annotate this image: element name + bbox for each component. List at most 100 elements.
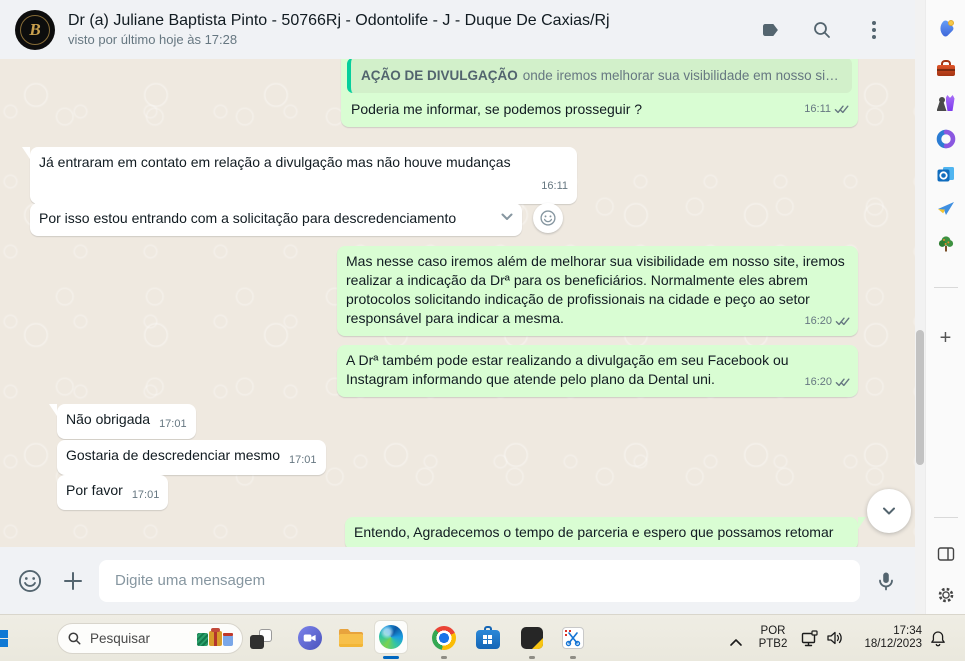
tray-date: 18/12/2023 bbox=[864, 638, 922, 650]
message-text: A Drª também pode estar realizando a div… bbox=[346, 352, 789, 387]
double-check-icon bbox=[834, 105, 849, 114]
snipping-tool-button[interactable] bbox=[562, 627, 584, 649]
message-meta: 16:11 bbox=[804, 100, 849, 119]
message-time: 17:01 bbox=[159, 418, 187, 430]
settings-gear-icon[interactable] bbox=[935, 584, 957, 606]
windows-taskbar: Pesquisar POR PTB2 17:34 18/12/2023 bbox=[0, 614, 965, 661]
sidebar-divider bbox=[933, 287, 958, 288]
tree-icon[interactable] bbox=[935, 233, 957, 255]
contact-info[interactable]: Dr (a) Juliane Baptista Pinto - 50766Rj … bbox=[68, 12, 610, 47]
header-actions bbox=[759, 19, 900, 41]
message-time: 16:11 bbox=[804, 103, 831, 115]
chat-area[interactable]: AÇÃO DE DIVULGAÇÃO onde iremos melhorar s… bbox=[0, 59, 915, 547]
chrome-running-indicator bbox=[441, 656, 447, 659]
snip-running-indicator bbox=[570, 656, 576, 659]
microsoft-365-icon[interactable] bbox=[935, 128, 957, 150]
tray-chevron-icon[interactable] bbox=[729, 634, 743, 652]
double-check-icon bbox=[835, 378, 850, 387]
message-text: Não obrigada bbox=[66, 411, 151, 427]
message-time: 17:01 bbox=[131, 489, 160, 501]
last-seen-status: visto por último hoje às 17:28 bbox=[68, 32, 238, 47]
dark-app-button[interactable] bbox=[521, 627, 543, 649]
language-indicator[interactable]: POR PTB2 bbox=[754, 625, 792, 651]
desktop-screen: B Dr (a) Juliane Baptista Pinto - 50766R… bbox=[0, 0, 965, 661]
sidebar-panel-icon[interactable] bbox=[935, 543, 957, 565]
chat-header[interactable]: B Dr (a) Juliane Baptista Pinto - 50766R… bbox=[0, 0, 915, 59]
message-input[interactable] bbox=[99, 559, 860, 602]
message-incoming[interactable]: Gostaria de descredenciar mesmo 17:01 bbox=[57, 440, 326, 475]
task-view-button[interactable] bbox=[250, 629, 272, 649]
message-text: Entendo, Agradecemos o tempo de parceria… bbox=[354, 524, 834, 540]
message-outgoing[interactable]: A Drª também pode estar realizando a div… bbox=[337, 345, 858, 397]
sidebar-divider bbox=[933, 517, 958, 518]
contact-name: Dr (a) Juliane Baptista Pinto - 50766Rj … bbox=[68, 12, 610, 29]
microsoft-store-button[interactable] bbox=[476, 626, 500, 650]
edge-browser-button[interactable] bbox=[374, 620, 408, 654]
message-incoming[interactable]: Por favor 17:01 bbox=[57, 475, 169, 510]
message-outgoing-partial[interactable]: Entendo, Agradecemos o tempo de parceria… bbox=[345, 517, 866, 547]
scroll-to-bottom-button[interactable] bbox=[867, 489, 911, 533]
chevron-down-icon bbox=[883, 507, 895, 515]
message-outgoing[interactable]: AÇÃO DE DIVULGAÇÃO onde iremos melhorar s… bbox=[341, 59, 858, 127]
toolbox-icon[interactable] bbox=[935, 58, 957, 80]
file-explorer-button[interactable] bbox=[338, 628, 364, 648]
notifications-bell-icon[interactable] bbox=[930, 630, 946, 652]
attach-plus-icon[interactable] bbox=[61, 569, 85, 593]
search-label: Pesquisar bbox=[90, 631, 151, 646]
message-composer bbox=[0, 547, 915, 614]
start-button[interactable] bbox=[0, 630, 8, 647]
holiday-gifts-icon bbox=[197, 628, 233, 646]
search-icon bbox=[68, 632, 81, 645]
message-text: Por favor bbox=[66, 482, 123, 498]
message-text: Gostaria de descredenciar mesmo bbox=[66, 447, 280, 463]
message-row: Por isso estou entrando com a solicitaçã… bbox=[30, 203, 563, 236]
scrollbar-thumb[interactable] bbox=[916, 330, 924, 465]
quote-text: onde iremos melhorar sua visibilidade em… bbox=[522, 68, 852, 83]
message-time: 16:11 bbox=[541, 180, 568, 192]
volume-icon[interactable] bbox=[826, 630, 844, 651]
emoji-icon[interactable] bbox=[17, 568, 43, 594]
label-icon[interactable] bbox=[759, 19, 781, 41]
message-meta: 16:20 bbox=[804, 312, 850, 331]
message-meta: 16:20 bbox=[804, 373, 850, 392]
shopping-icon[interactable] bbox=[935, 18, 957, 40]
double-check-icon bbox=[835, 317, 850, 326]
keyboard-layout: PTB2 bbox=[758, 638, 788, 650]
message-text: Por isso estou entrando com a solicitaçã… bbox=[39, 210, 457, 226]
quoted-message[interactable]: AÇÃO DE DIVULGAÇÃO onde iremos melhorar s… bbox=[347, 59, 852, 93]
teams-chat-button[interactable] bbox=[298, 626, 322, 650]
mic-icon[interactable] bbox=[874, 569, 898, 593]
games-icon[interactable] bbox=[935, 93, 957, 115]
whatsapp-window: B Dr (a) Juliane Baptista Pinto - 50766R… bbox=[0, 0, 915, 614]
message-text: Poderia me informar, se podemos prossegu… bbox=[351, 101, 643, 117]
taskbar-search[interactable]: Pesquisar bbox=[57, 623, 243, 654]
message-time: 16:20 bbox=[804, 376, 832, 388]
add-sidebar-item-icon[interactable]: + bbox=[935, 327, 957, 349]
message-incoming[interactable]: Não obrigada 17:01 bbox=[49, 404, 196, 439]
page-scrollbar[interactable] bbox=[915, 0, 925, 614]
message-time: 17:01 bbox=[289, 454, 317, 466]
react-emoji-button[interactable] bbox=[533, 203, 563, 233]
chrome-browser-button[interactable] bbox=[432, 626, 456, 650]
tray-time: 17:34 bbox=[893, 625, 922, 637]
message-text: Mas nesse caso iremos além de melhorar s… bbox=[346, 253, 845, 326]
quote-bold-text: AÇÃO DE DIVULGAÇÃO bbox=[361, 68, 518, 83]
edge-logo bbox=[379, 625, 403, 649]
edge-sidebar: + bbox=[925, 0, 965, 614]
message-text: Já entraram em contato em relação a divu… bbox=[39, 154, 511, 170]
message-incoming[interactable]: Já entraram em contato em relação a divu… bbox=[22, 147, 577, 204]
clock-date[interactable]: 17:34 18/12/2023 bbox=[850, 625, 922, 651]
outlook-icon[interactable] bbox=[935, 163, 957, 185]
dark-app-running-indicator bbox=[529, 656, 535, 659]
network-icon[interactable] bbox=[801, 630, 819, 652]
message-outgoing[interactable]: Mas nesse caso iremos além de melhorar s… bbox=[337, 246, 858, 336]
message-time: 16:20 bbox=[804, 315, 832, 327]
edge-running-indicator bbox=[383, 656, 399, 659]
message-incoming[interactable]: Por isso estou entrando com a solicitaçã… bbox=[30, 203, 522, 236]
search-icon[interactable] bbox=[811, 19, 833, 41]
avatar-ring bbox=[20, 14, 50, 45]
contact-avatar[interactable]: B bbox=[15, 9, 55, 50]
kebab-menu-icon[interactable] bbox=[863, 19, 885, 41]
send-plane-icon[interactable] bbox=[935, 198, 957, 220]
message-dropdown-icon[interactable] bbox=[498, 208, 516, 231]
